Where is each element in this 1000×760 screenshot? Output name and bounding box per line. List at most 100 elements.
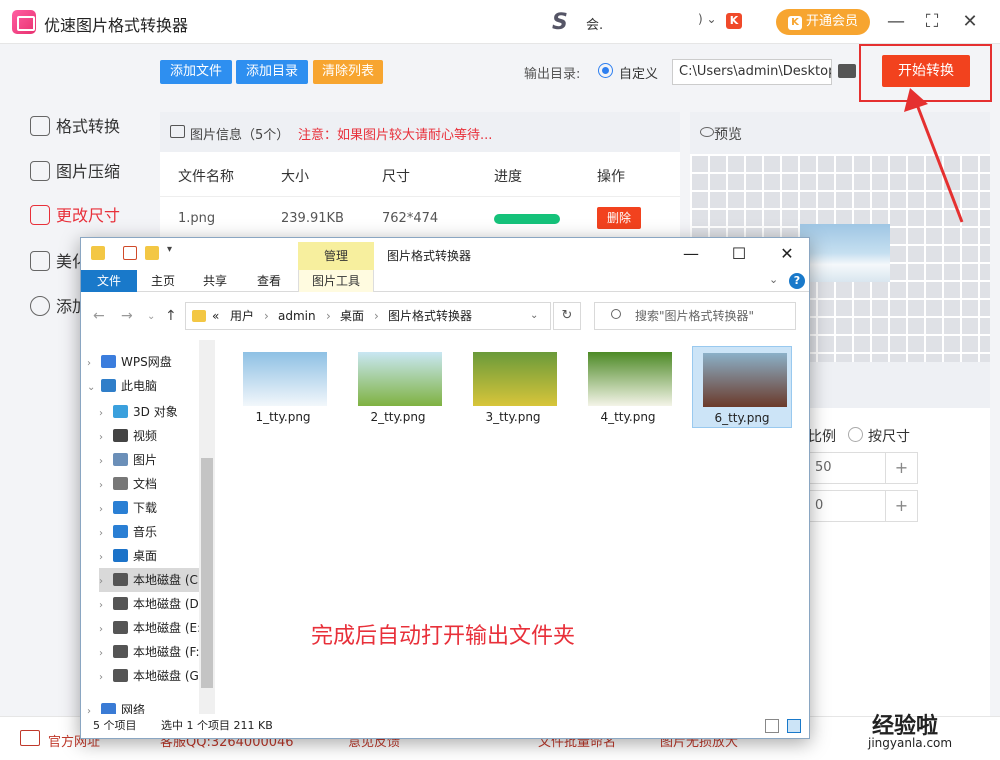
tab-home[interactable]: 主页 xyxy=(151,270,175,292)
add-directory-button[interactable]: 添加目录 xyxy=(236,60,308,84)
user-menu-chevron-icon[interactable]: ) ⌄ xyxy=(698,12,717,26)
sidebar-item-resize[interactable]: 更改尺寸 xyxy=(30,204,120,228)
user-avatar[interactable]: S xyxy=(552,10,578,36)
tree-item[interactable]: › 本地磁盘 (F:) xyxy=(99,640,213,664)
tree-item[interactable]: › 文档 xyxy=(99,472,213,496)
tree-expand-chevron-icon[interactable]: › xyxy=(99,402,113,426)
plus-icon[interactable]: + xyxy=(885,453,917,483)
properties-icon[interactable] xyxy=(123,246,137,260)
output-path-field[interactable]: C:\Users\admin\Desktop xyxy=(672,59,832,85)
tab-file[interactable]: 文件 xyxy=(81,270,137,292)
tree-item[interactable]: › WPS网盘 xyxy=(87,350,199,374)
breadcrumb-current[interactable]: 图片格式转换器 xyxy=(388,303,472,329)
output-custom-radio[interactable] xyxy=(598,63,613,78)
add-file-button[interactable]: 添加文件 xyxy=(160,60,232,84)
breadcrumb[interactable]: « 用户 › admin › 桌面 › 图片格式转换器 ⌄ xyxy=(185,302,551,330)
tree-expand-chevron-icon[interactable]: › xyxy=(99,450,113,474)
tree-expand-chevron-icon[interactable]: › xyxy=(99,618,113,642)
file-thumbnail[interactable]: 2_tty.png xyxy=(348,346,448,428)
tree-item[interactable]: ⌄ 此电脑 xyxy=(87,374,199,398)
vip-button[interactable]: K 开通会员 xyxy=(776,9,870,35)
tree-item[interactable]: › 图片 xyxy=(99,448,213,472)
manage-tab[interactable]: 管理 xyxy=(298,242,374,270)
recent-chevron-icon[interactable]: ⌄ xyxy=(147,311,155,322)
breadcrumb-overflow[interactable]: « xyxy=(212,303,219,329)
tree-item-label: 视频 xyxy=(133,429,158,443)
tab-view[interactable]: 查看 xyxy=(257,270,281,292)
tree-expand-chevron-icon[interactable]: › xyxy=(99,426,113,450)
tree-expand-chevron-icon[interactable]: › xyxy=(99,594,113,618)
tree-item-label: 本地磁盘 (D:) xyxy=(133,597,208,611)
nav-scrollbar[interactable] xyxy=(199,340,215,714)
tab-share[interactable]: 共享 xyxy=(203,270,227,292)
tree-item[interactable]: › 本地磁盘 (D:) xyxy=(99,592,213,616)
tree-item[interactable]: › 网络 xyxy=(87,698,199,714)
clear-list-button[interactable]: 清除列表 xyxy=(313,60,383,84)
ribbon-expand-chevron-icon[interactable]: ⌄ xyxy=(769,273,778,286)
tree-expand-chevron-icon[interactable]: › xyxy=(99,666,113,690)
tree-expand-chevron-icon[interactable]: › xyxy=(99,570,113,594)
tree-expand-chevron-icon[interactable]: › xyxy=(99,546,113,570)
tree-item[interactable]: › 下载 xyxy=(99,496,213,520)
sidebar-item-compress[interactable]: 图片压缩 xyxy=(30,160,120,184)
breadcrumb-admin[interactable]: admin xyxy=(278,303,316,329)
tree-expand-chevron-icon[interactable]: › xyxy=(87,352,101,376)
address-dropdown-chevron-icon[interactable]: ⌄ xyxy=(530,303,538,329)
delete-button[interactable]: 删除 xyxy=(597,207,641,229)
explorer-maximize-button[interactable]: ☐ xyxy=(719,242,759,266)
tree-item[interactable]: › 本地磁盘 (G:) xyxy=(99,664,213,688)
ratio-stepper[interactable]: 50 + xyxy=(808,452,918,484)
tree-item-icon xyxy=(113,549,128,562)
resize-icon xyxy=(30,205,50,225)
file-thumbnail[interactable]: 4_tty.png xyxy=(578,346,678,428)
user-name[interactable]: 会. xyxy=(586,14,603,33)
tree-expand-chevron-icon[interactable]: › xyxy=(99,522,113,546)
tree-expand-chevron-icon[interactable]: › xyxy=(87,700,101,714)
file-thumbnail[interactable]: 6_tty.png xyxy=(692,346,792,428)
tab-picture-tools[interactable]: 图片工具 xyxy=(298,270,374,292)
thumbnail-image xyxy=(243,352,327,406)
plus-icon[interactable]: + xyxy=(885,491,917,521)
tree-expand-chevron-icon[interactable]: › xyxy=(99,474,113,498)
table-row[interactable]: 1.png 239.91KB 762*474 删除 xyxy=(160,196,680,240)
file-name-label: 3_tty.png xyxy=(485,410,541,424)
tree-item-label: 音乐 xyxy=(133,525,158,539)
close-button[interactable]: ✕ xyxy=(956,8,984,36)
up-arrow-icon[interactable]: ↑ xyxy=(165,308,177,324)
tree-expand-chevron-icon[interactable]: ⌄ xyxy=(87,376,101,400)
explorer-minimize-button[interactable]: — xyxy=(671,242,711,266)
offset-stepper[interactable]: 0 + xyxy=(808,490,918,522)
quick-access-chevron-icon[interactable]: ▾ xyxy=(167,244,172,255)
tree-item[interactable]: › 本地磁盘 (E:) xyxy=(99,616,213,640)
maximize-button[interactable]: ⛶ xyxy=(918,8,946,36)
back-arrow-icon[interactable]: ← xyxy=(93,308,105,324)
image-info-icon xyxy=(170,125,185,138)
folder-icon[interactable] xyxy=(838,64,856,78)
large-icons-view-icon[interactable] xyxy=(787,719,801,733)
file-thumbnail[interactable]: 1_tty.png xyxy=(233,346,333,428)
tree-item[interactable]: › 3D 对象 xyxy=(99,400,213,424)
nav-scrollbar-thumb[interactable] xyxy=(201,458,213,688)
search-input[interactable]: 搜索"图片格式转换器" xyxy=(594,302,796,330)
start-convert-button[interactable]: 开始转换 xyxy=(882,55,970,87)
explorer-close-button[interactable]: ✕ xyxy=(767,242,807,266)
tree-item[interactable]: › 本地磁盘 (C:) xyxy=(99,568,213,592)
tree-expand-chevron-icon[interactable]: › xyxy=(99,642,113,666)
explorer-title-bar: ▾ 管理 图片格式转换器 — ☐ ✕ xyxy=(81,238,809,270)
tree-expand-chevron-icon[interactable]: › xyxy=(99,498,113,522)
tree-item[interactable]: › 桌面 xyxy=(99,544,213,568)
tree-item[interactable]: › 视频 xyxy=(99,424,213,448)
by-size-radio[interactable] xyxy=(848,427,863,442)
minimize-button[interactable]: — xyxy=(882,8,910,36)
forward-arrow-icon[interactable]: → xyxy=(121,308,133,324)
file-thumbnail[interactable]: 3_tty.png xyxy=(463,346,563,428)
eye-icon xyxy=(700,127,714,137)
refresh-button[interactable]: ↻ xyxy=(553,302,581,330)
tree-item[interactable]: › 音乐 xyxy=(99,520,213,544)
breadcrumb-users[interactable]: 用户 xyxy=(230,303,254,329)
help-icon[interactable]: ? xyxy=(789,273,805,289)
breadcrumb-desktop[interactable]: 桌面 xyxy=(340,303,364,329)
sidebar-item-format-convert[interactable]: 格式转换 xyxy=(30,115,120,139)
new-folder-icon[interactable] xyxy=(145,246,159,260)
details-view-icon[interactable] xyxy=(765,719,779,733)
